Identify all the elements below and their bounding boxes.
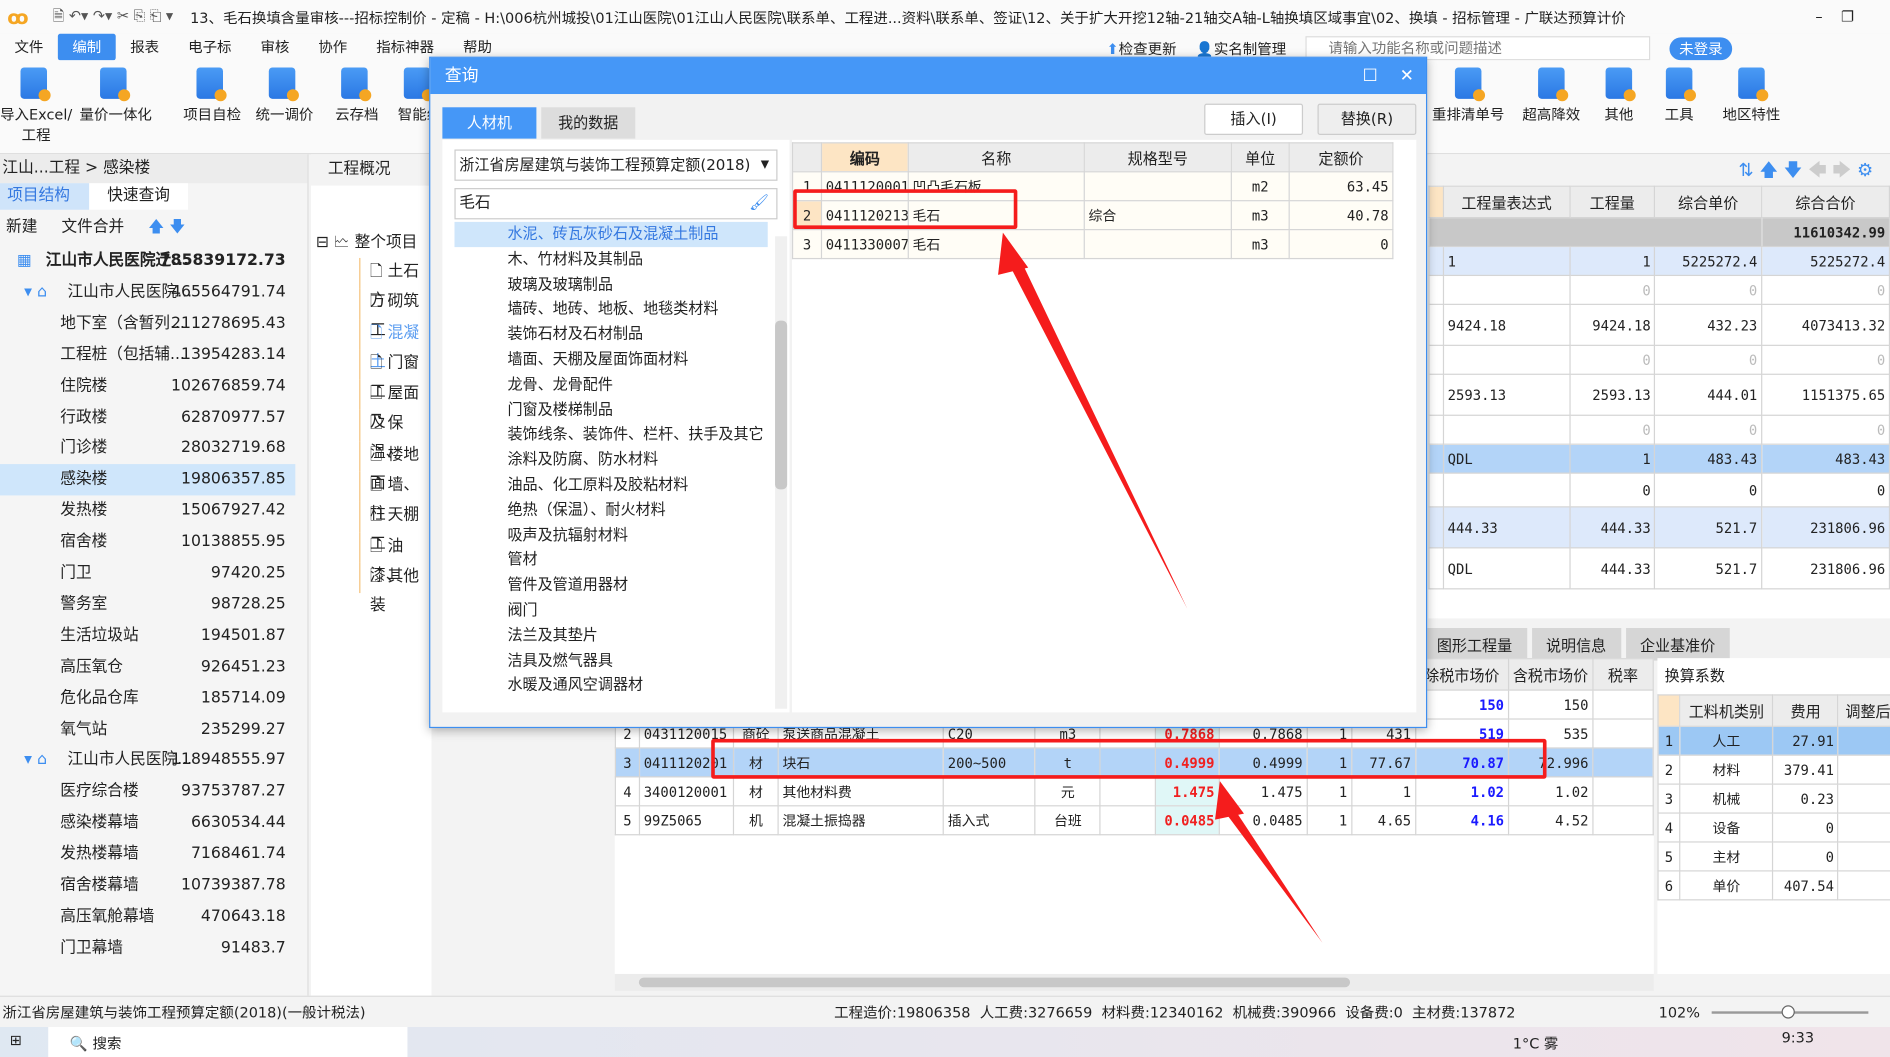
status-quota: 浙江省房屋建筑与装饰工程预算定额(2018)(一般计税法) xyxy=(2,1004,366,1021)
taskbar-search[interactable]: 🔍 搜索 xyxy=(48,1027,408,1057)
taskbar-search-label: 搜索 xyxy=(92,1035,122,1053)
status-bar: 浙江省房屋建筑与装饰工程预算定额(2018)(一般计税法) 工程造价:19806… xyxy=(0,995,1890,1028)
taskbar: ⊞ 🔍 搜索 1°C 雾 9:33 xyxy=(0,1027,1890,1057)
app-window: ꝏ 🗎 ↶▾ ↷▾ ✂ ⎘ ⎗ ▾ 13、毛石换填含量审核---招标控制价 - … xyxy=(0,0,1890,1057)
status-cost-summary: 工程造价:19806358 人工费:3276659 材料费:12340162 机… xyxy=(834,1004,1516,1021)
zoom-slider[interactable] xyxy=(1711,1005,1869,1019)
arrow-2-head xyxy=(1215,781,1244,820)
arrow-1 xyxy=(1007,255,1188,609)
clock: 9:33 xyxy=(1781,1029,1815,1047)
weather: 1°C 雾 xyxy=(1512,1035,1559,1053)
zoom-level: 102% xyxy=(1658,1004,1700,1021)
annotation-arrows xyxy=(998,232,1323,943)
arrow-1-head xyxy=(998,232,1029,275)
arrow-2 xyxy=(1223,805,1323,943)
start-icon[interactable]: ⊞ xyxy=(10,1032,22,1049)
